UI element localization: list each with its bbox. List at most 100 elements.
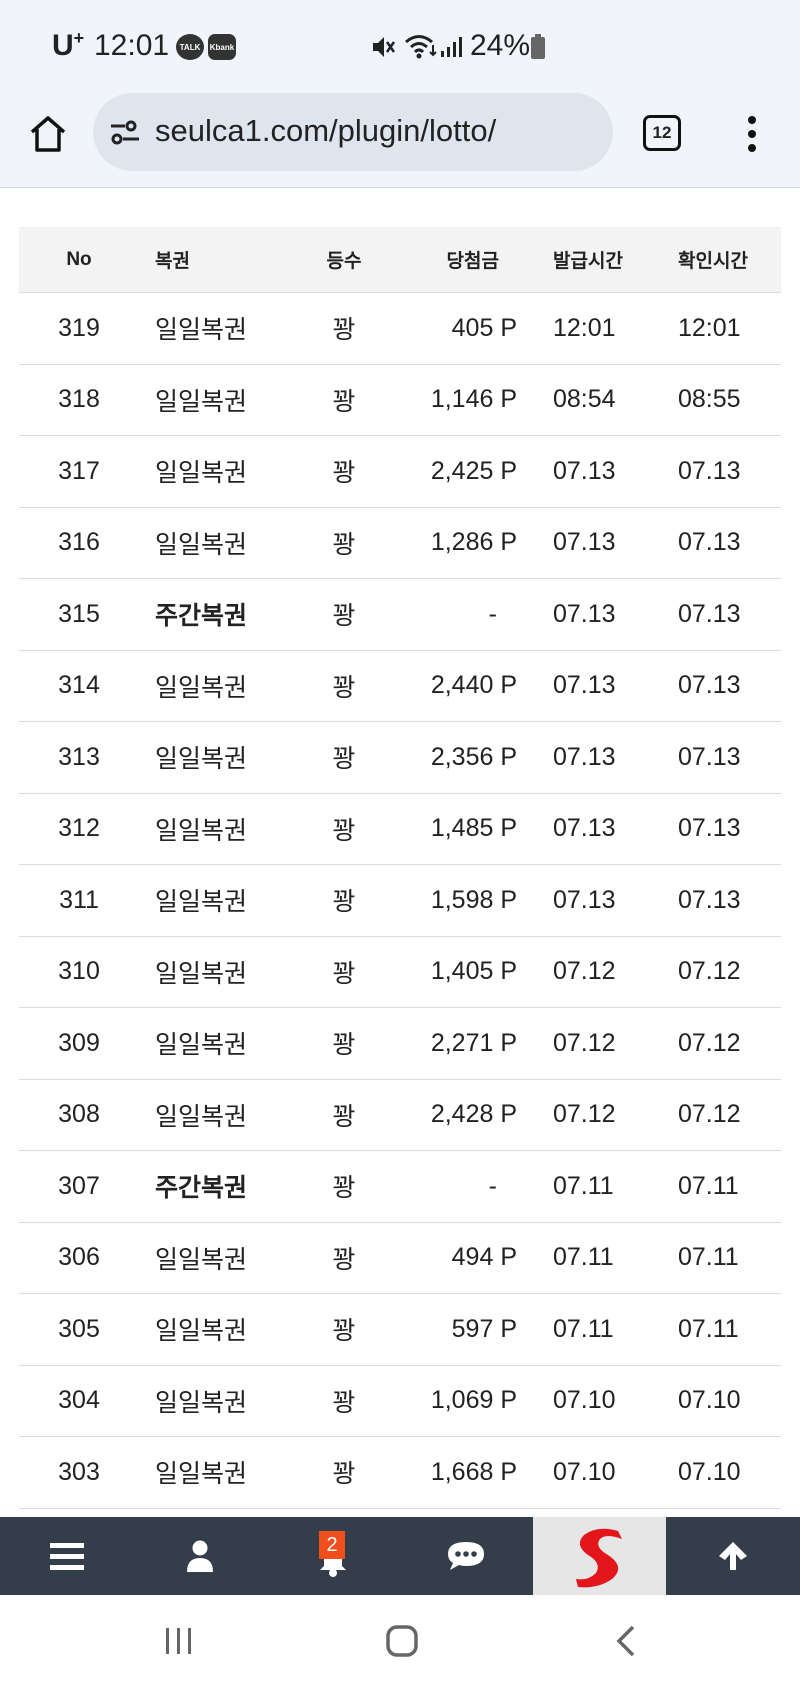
user-icon (186, 1540, 213, 1572)
table-row: 303 일일복권 꽝 1,668 P 07.10 07.10 (19, 1436, 781, 1509)
bottom-navigation: 2 (0, 1517, 800, 1595)
status-time: 12:01 (94, 29, 170, 62)
carrier-label: U+ (52, 28, 85, 62)
row-prize: 2,440 P (389, 650, 549, 722)
row-no: 311 (19, 864, 139, 937)
row-lotto-type: 일일복권 (139, 1079, 299, 1151)
table-row: 308 일일복권 꽝 2,428 P 07.12 07.12 (19, 1079, 781, 1151)
browser-toolbar: seulca1.com/plugin/lotto/ 12 (0, 88, 800, 188)
back-icon[interactable] (614, 1625, 638, 1657)
mute-icon (373, 37, 396, 57)
table-row: 312 일일복권 꽝 1,485 P 07.13 07.13 (19, 793, 781, 865)
row-grade: 꽝 (299, 1293, 389, 1366)
row-no: 312 (19, 793, 139, 865)
row-prize: 2,356 P (389, 721, 549, 794)
row-no: 307 (19, 1150, 139, 1223)
row-issued-time: 07.10 (549, 1436, 666, 1509)
row-checked-time: 12:01 (666, 292, 781, 365)
row-lotto-type: 주간복권 (139, 1150, 299, 1223)
row-prize: 405 P (389, 292, 549, 365)
row-lotto-type: 일일복권 (139, 507, 299, 579)
row-no: 315 (19, 578, 139, 651)
site-settings-icon[interactable] (109, 117, 141, 149)
row-issued-time: 07.11 (549, 1222, 666, 1294)
row-checked-time: 07.11 (666, 1150, 781, 1223)
row-checked-time: 08:55 (666, 364, 781, 436)
row-checked-time: 07.11 (666, 1222, 781, 1294)
row-prize: 1,668 P (389, 1436, 549, 1509)
more-options-icon[interactable] (744, 114, 760, 154)
row-prize: - (389, 1150, 549, 1223)
row-grade: 꽝 (299, 793, 389, 865)
kakaotalk-notification-icon: TALK (176, 34, 204, 60)
row-issued-time: 07.10 (549, 1365, 666, 1437)
home-nav-icon[interactable] (385, 1624, 419, 1658)
header-checked: 확인시간 (666, 227, 781, 293)
lotto-history-table: No 복권 등수 당첨금 발급시간 확인시간 319 일일복권 꽝 405 P 12:0… (19, 227, 781, 1509)
nav-profile-button[interactable] (133, 1517, 266, 1595)
chat-icon (448, 1542, 484, 1570)
row-grade: 꽝 (299, 1436, 389, 1509)
row-checked-time: 07.13 (666, 721, 781, 794)
row-issued-time: 07.13 (549, 793, 666, 865)
row-grade: 꽝 (299, 1222, 389, 1294)
row-grade: 꽝 (299, 578, 389, 651)
table-body: 319 일일복권 꽝 405 P 12:01 12:01 318 일일복권 꽝 1,146 P 08… (19, 292, 781, 1509)
tab-switcher-button[interactable]: 12 (643, 115, 681, 151)
row-issued-time: 12:01 (549, 292, 666, 365)
row-lotto-type: 일일복권 (139, 1007, 299, 1080)
row-no: 309 (19, 1007, 139, 1080)
row-no: 318 (19, 364, 139, 436)
row-prize: 1,485 P (389, 793, 549, 865)
scroll-to-top-button[interactable] (666, 1517, 800, 1595)
row-lotto-type: 일일복권 (139, 1436, 299, 1509)
row-lotto-type: 일일복권 (139, 364, 299, 436)
address-bar[interactable]: seulca1.com/plugin/lotto/ (93, 93, 613, 171)
row-prize: - (389, 578, 549, 651)
row-issued-time: 07.11 (549, 1150, 666, 1223)
row-lotto-type: 일일복권 (139, 936, 299, 1008)
battery-percent: 24% (470, 29, 531, 62)
site-logo-icon (575, 1528, 622, 1588)
row-no: 314 (19, 650, 139, 722)
row-grade: 꽝 (299, 1365, 389, 1437)
row-no: 319 (19, 292, 139, 365)
nav-menu-button[interactable] (0, 1517, 133, 1595)
kbank-notification-icon: Kbank (208, 34, 236, 60)
row-checked-time: 07.12 (666, 936, 781, 1008)
nav-chat-button[interactable] (399, 1517, 533, 1595)
row-issued-time: 07.11 (549, 1293, 666, 1366)
row-issued-time: 07.12 (549, 1079, 666, 1151)
row-no: 310 (19, 936, 139, 1008)
recent-apps-icon[interactable] (164, 1626, 194, 1656)
row-no: 304 (19, 1365, 139, 1437)
row-grade: 꽝 (299, 292, 389, 365)
row-issued-time: 07.13 (549, 435, 666, 508)
row-issued-time: 07.13 (549, 721, 666, 794)
row-issued-time: 07.12 (549, 1007, 666, 1080)
row-prize: 1,069 P (389, 1365, 549, 1437)
table-row: 310 일일복권 꽝 1,405 P 07.12 07.12 (19, 936, 781, 1008)
wifi-icon (405, 35, 437, 59)
site-logo-button[interactable] (533, 1517, 666, 1595)
home-icon[interactable] (26, 112, 70, 156)
row-issued-time: 07.13 (549, 578, 666, 651)
row-grade: 꽝 (299, 1007, 389, 1080)
row-no: 306 (19, 1222, 139, 1294)
row-prize: 494 P (389, 1222, 549, 1294)
table-row: 309 일일복권 꽝 2,271 P 07.12 07.12 (19, 1007, 781, 1080)
row-grade: 꽝 (299, 721, 389, 794)
notification-count-badge: 2 (319, 1531, 345, 1559)
row-no: 316 (19, 507, 139, 579)
row-issued-time: 07.12 (549, 936, 666, 1008)
row-prize: 2,425 P (389, 435, 549, 508)
row-prize: 597 P (389, 1293, 549, 1366)
row-no: 305 (19, 1293, 139, 1366)
battery-icon (531, 34, 545, 59)
url-text[interactable]: seulca1.com/plugin/lotto/ (155, 113, 496, 149)
row-grade: 꽝 (299, 936, 389, 1008)
header-grade: 등수 (299, 227, 389, 293)
row-issued-time: 07.13 (549, 864, 666, 937)
table-row: 307 주간복권 꽝 -07.11 07.11 (19, 1150, 781, 1223)
row-checked-time: 07.13 (666, 864, 781, 937)
